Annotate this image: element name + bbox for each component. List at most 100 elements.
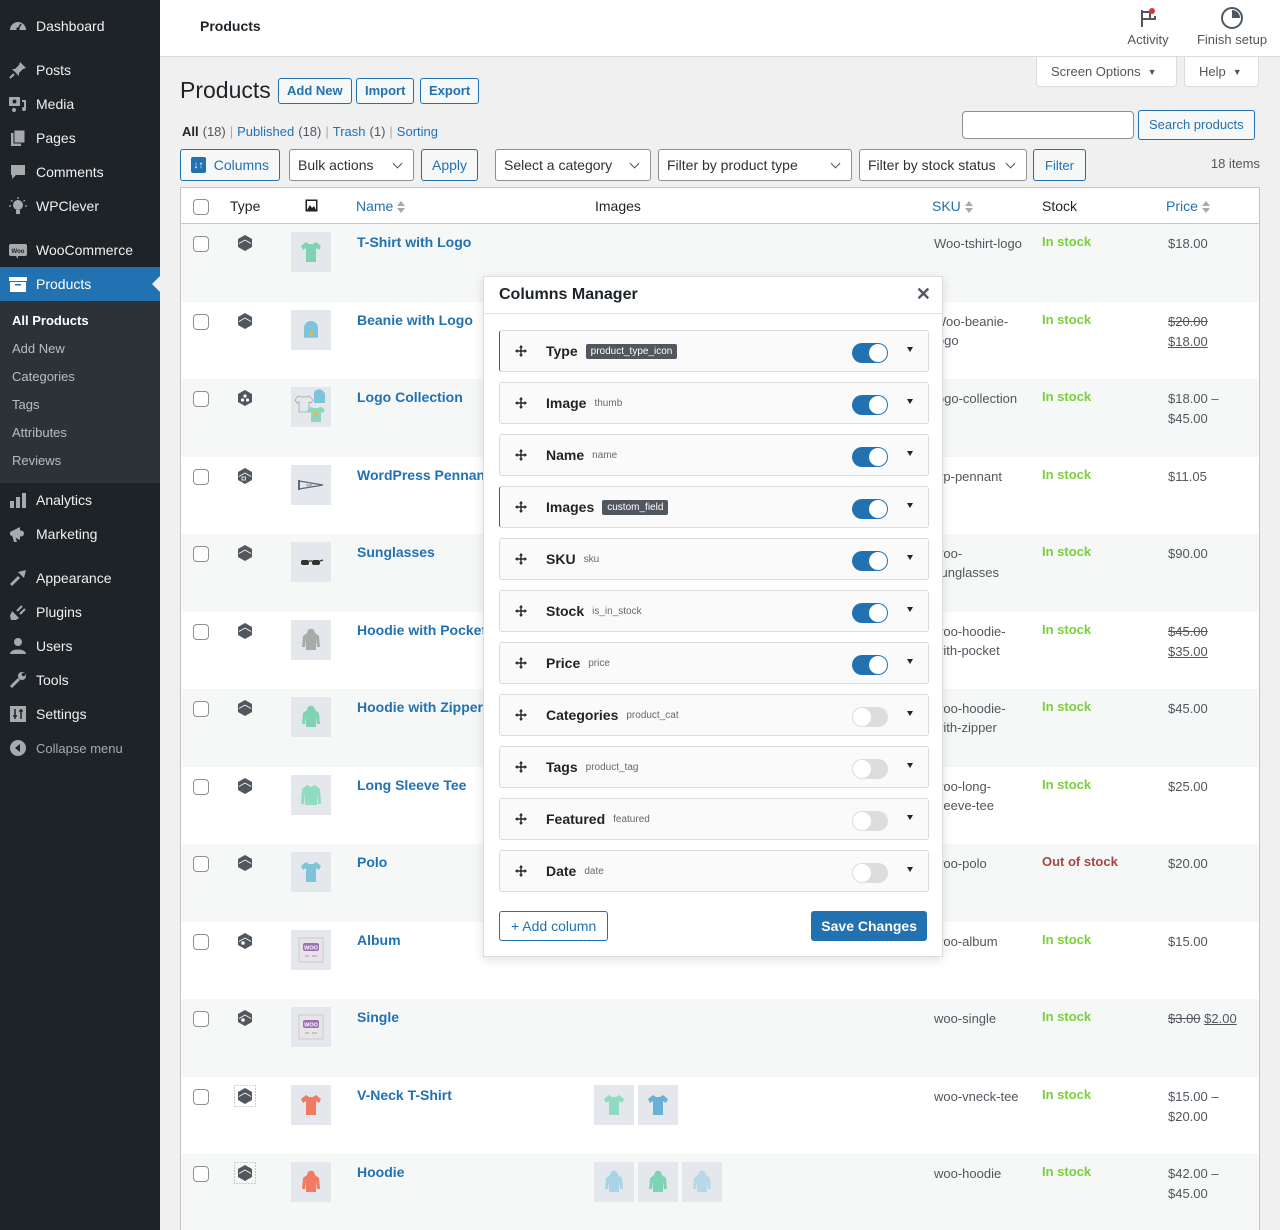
filter-button[interactable]: Filter [1033,149,1086,181]
columns-button[interactable]: ↓↑ Columns [180,149,280,181]
search-input[interactable] [962,111,1134,139]
drag-handle-icon[interactable] [514,865,528,877]
column-header-name[interactable]: Name [356,198,406,214]
gallery-thumbnail[interactable] [594,1162,634,1202]
expand-caret-icon[interactable] [907,347,913,352]
drag-handle-icon[interactable] [514,449,528,461]
product-name-link[interactable]: WordPress Pennant [357,467,490,483]
help-button[interactable]: Help ▼ [1184,57,1259,87]
drag-handle-icon[interactable] [514,501,528,513]
product-name-link[interactable]: Beanie with Logo [357,312,473,328]
gallery-thumbnail[interactable] [638,1084,678,1125]
column-visibility-toggle[interactable] [852,343,888,363]
finish-setup-button[interactable]: Finish setup [1190,6,1274,47]
sidebar-item-users[interactable]: Users [0,629,160,663]
row-checkbox[interactable] [193,468,209,485]
product-name-link[interactable]: Hoodie with Pocket [357,622,486,638]
row-checkbox[interactable] [193,623,209,640]
sidebar-item-plugins[interactable]: Plugins [0,595,160,629]
expand-caret-icon[interactable] [907,867,913,872]
product-name-link[interactable]: T-Shirt with Logo [357,234,471,250]
product-name-link[interactable]: Hoodie with Zipper [357,699,483,715]
close-icon[interactable]: ✕ [916,285,931,303]
sidebar-item-marketing[interactable]: Marketing [0,517,160,551]
drag-handle-icon[interactable] [514,345,528,357]
submenu-item-categories[interactable]: Categories [0,363,160,391]
product-thumbnail[interactable] [291,309,331,350]
drag-handle-icon[interactable] [514,813,528,825]
product-thumbnail[interactable] [291,542,331,582]
product-name-link[interactable]: Polo [357,854,387,870]
sidebar-item-settings[interactable]: Settings [0,697,160,731]
row-checkbox[interactable] [193,546,209,562]
drag-handle-icon[interactable] [514,657,528,669]
product-thumbnail[interactable] [291,387,331,427]
expand-caret-icon[interactable] [907,451,913,456]
product-type-filter-select[interactable]: Filter by product type [658,149,852,181]
product-thumbnail[interactable] [291,1162,331,1202]
row-checkbox[interactable] [193,1166,209,1182]
product-thumbnail[interactable] [291,619,331,660]
expand-caret-icon[interactable] [907,555,913,560]
expand-caret-icon[interactable] [907,503,913,508]
view-trash[interactable]: Trash (1) [333,124,386,139]
product-name-link[interactable]: Album [357,932,401,948]
row-checkbox[interactable] [193,391,209,407]
expand-caret-icon[interactable] [907,763,913,768]
product-thumbnail[interactable] [291,232,331,272]
add-column-button[interactable]: + Add column [499,911,609,941]
submenu-item-reviews[interactable]: Reviews [0,447,160,475]
sidebar-item-wpclever[interactable]: WPClever [0,189,160,223]
row-checkbox[interactable] [193,313,209,330]
product-thumbnail[interactable] [291,774,331,815]
sidebar-item-posts[interactable]: Posts [0,53,160,87]
row-checkbox[interactable] [193,856,209,872]
submenu-item-attributes[interactable]: Attributes [0,419,160,447]
view-published[interactable]: Published (18) [237,124,321,139]
sidebar-item-products[interactable]: Products [0,267,160,301]
sidebar-item-pages[interactable]: Pages [0,121,160,155]
export-button[interactable]: Export [420,78,480,104]
expand-caret-icon[interactable] [907,399,913,404]
save-changes-button[interactable]: Save Changes [811,911,927,941]
submenu-item-add-new[interactable]: Add New [0,335,160,363]
sidebar-item-analytics[interactable]: Analytics [0,483,160,517]
expand-caret-icon[interactable] [907,607,913,612]
gallery-thumbnail[interactable] [638,1162,678,1202]
expand-caret-icon[interactable] [907,711,913,716]
stock-status-filter-select[interactable]: Filter by stock status [859,149,1027,181]
row-checkbox[interactable] [193,1011,209,1027]
product-thumbnail[interactable] [291,852,331,892]
sidebar-item-tools[interactable]: Tools [0,663,160,697]
row-checkbox[interactable] [193,701,209,717]
sidebar-item-dashboard[interactable]: Dashboard [0,9,160,43]
column-header-sku[interactable]: SKU [932,198,973,214]
product-name-link[interactable]: Single [357,1009,399,1025]
import-button[interactable]: Import [356,78,415,104]
submenu-item-all-products[interactable]: All Products [0,307,160,335]
column-visibility-toggle[interactable] [852,811,888,831]
row-checkbox[interactable] [193,933,209,950]
column-visibility-toggle[interactable] [852,707,888,727]
product-thumbnail[interactable]: WP [291,464,331,505]
screen-options-button[interactable]: Screen Options ▼ [1036,57,1177,87]
view-all[interactable]: All (18) [182,124,226,139]
row-checkbox[interactable] [193,778,209,795]
apply-button[interactable]: Apply [421,149,478,181]
category-filter-select[interactable]: Select a category [495,149,651,181]
row-checkbox[interactable] [193,236,209,252]
collapse-menu-button[interactable]: Collapse menu [0,731,160,765]
column-visibility-toggle[interactable] [852,499,888,519]
column-visibility-toggle[interactable] [852,447,888,467]
column-header-price[interactable]: Price [1166,198,1210,214]
product-thumbnail[interactable] [291,697,331,737]
expand-caret-icon[interactable] [907,815,913,820]
product-name-link[interactable]: V-Neck T-Shirt [357,1087,452,1103]
column-visibility-toggle[interactable] [852,655,888,675]
drag-handle-icon[interactable] [514,761,528,773]
drag-handle-icon[interactable] [514,553,528,565]
column-visibility-toggle[interactable] [852,603,888,623]
add-new-button[interactable]: Add New [278,78,352,104]
submenu-item-tags[interactable]: Tags [0,391,160,419]
sidebar-item-media[interactable]: Media [0,87,160,121]
